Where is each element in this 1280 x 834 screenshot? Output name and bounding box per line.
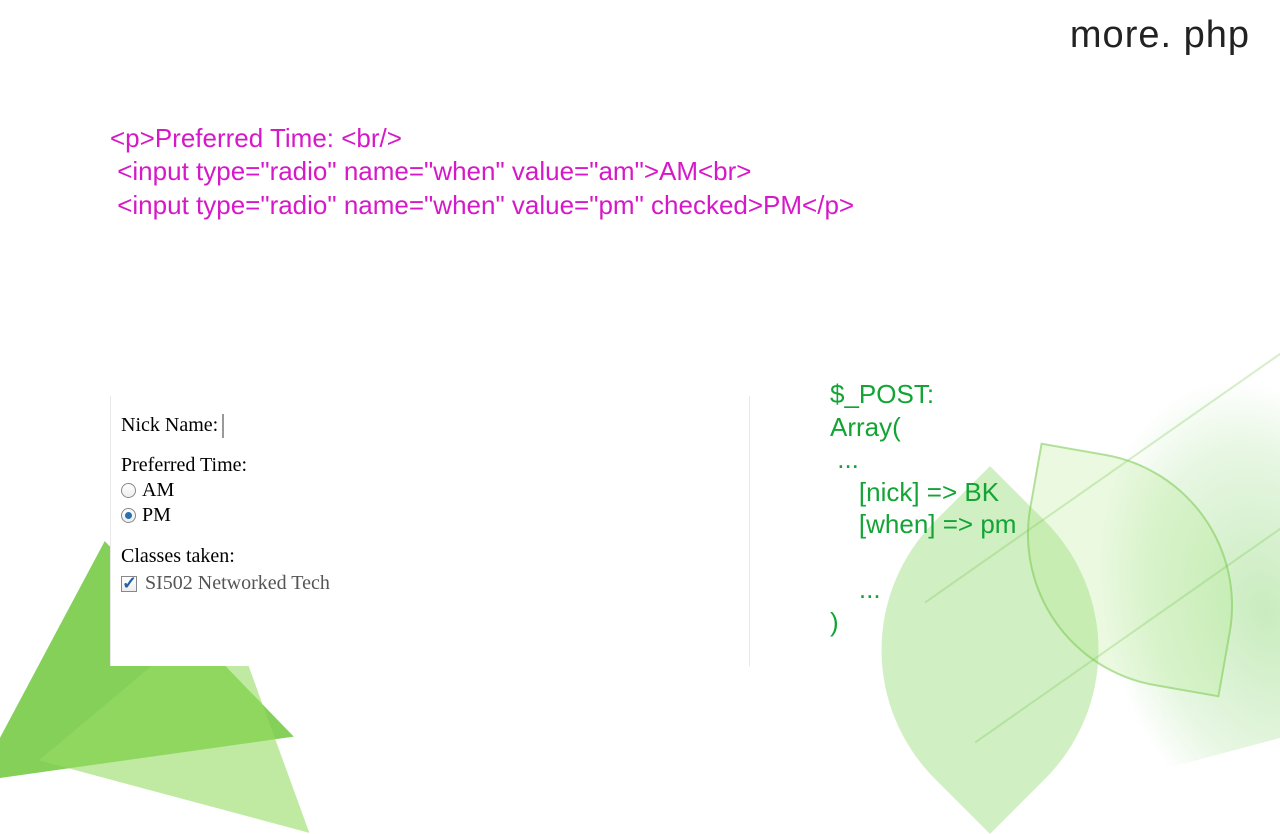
post-line: ) bbox=[830, 607, 839, 637]
radio-pm-label: PM bbox=[142, 504, 171, 527]
post-line: ... bbox=[830, 574, 881, 604]
radio-am-label: AM bbox=[142, 479, 174, 502]
code-line: <p>Preferred Time: <br/> bbox=[110, 123, 402, 153]
slide-title: more. php bbox=[1070, 14, 1250, 57]
class-row-text: SI502 Networked Tech bbox=[145, 572, 330, 594]
decor-line bbox=[975, 455, 1280, 743]
nick-name-row: Nick Name: bbox=[121, 414, 739, 438]
class-row[interactable]: SI502 Networked Tech bbox=[121, 572, 739, 595]
nick-name-input[interactable] bbox=[222, 414, 224, 438]
post-line: Array( bbox=[830, 412, 901, 442]
code-line: <input type="radio" name="when" value="p… bbox=[110, 190, 854, 220]
radio-am-row[interactable]: AM bbox=[121, 479, 739, 502]
nick-name-label: Nick Name: bbox=[121, 414, 218, 437]
decor-leaf-outline bbox=[1003, 443, 1258, 698]
checkbox-checked-icon bbox=[121, 576, 137, 592]
post-output: $_POST: Array( ... [nick] => BK [when] =… bbox=[830, 378, 1016, 638]
radio-pm-row[interactable]: PM bbox=[121, 504, 739, 527]
preferred-time-label: Preferred Time: bbox=[121, 454, 739, 477]
classes-taken-label: Classes taken: bbox=[121, 545, 739, 568]
code-snippet: <p>Preferred Time: <br/> <input type="ra… bbox=[110, 122, 854, 222]
post-line: [nick] => BK bbox=[830, 477, 999, 507]
code-line: <input type="radio" name="when" value="a… bbox=[110, 156, 751, 186]
preferred-time-options: AM PM bbox=[121, 479, 739, 527]
radio-icon bbox=[121, 483, 136, 498]
form-preview: Nick Name: Preferred Time: AM PM Classes… bbox=[110, 396, 750, 666]
post-line: [when] => pm bbox=[830, 509, 1016, 539]
radio-checked-icon bbox=[121, 508, 136, 523]
post-line: $_POST: bbox=[830, 379, 934, 409]
fade-overlay bbox=[111, 640, 749, 666]
post-line: ... bbox=[830, 444, 859, 474]
